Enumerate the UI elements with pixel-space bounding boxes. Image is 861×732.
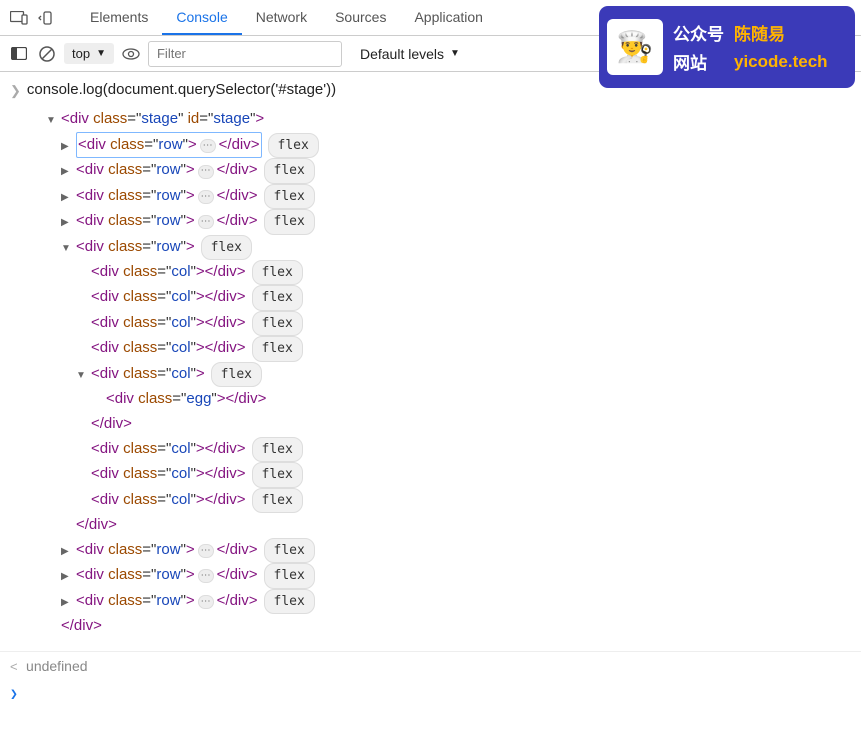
flex-badge[interactable]: flex bbox=[252, 311, 303, 336]
expand-arrow-icon[interactable] bbox=[46, 111, 61, 130]
dom-node-close[interactable]: </div> bbox=[76, 516, 117, 533]
dom-node[interactable]: <div class="col"> bbox=[91, 365, 205, 382]
flex-badge[interactable]: flex bbox=[268, 133, 319, 158]
dom-node-close[interactable]: </div> bbox=[91, 415, 132, 432]
context-selector[interactable]: top ▼ bbox=[64, 43, 114, 64]
levels-label: Default levels bbox=[360, 46, 444, 62]
expand-arrow-icon[interactable] bbox=[61, 162, 76, 181]
dom-node[interactable]: <div class="egg"></div> bbox=[106, 390, 266, 407]
flex-badge[interactable]: flex bbox=[252, 488, 303, 513]
return-value: undefined bbox=[26, 658, 88, 674]
dom-node[interactable]: <div class="col"></div> bbox=[91, 263, 246, 280]
tab-application[interactable]: Application bbox=[400, 1, 497, 35]
filter-input[interactable] bbox=[148, 41, 342, 67]
flex-badge[interactable]: flex bbox=[201, 235, 252, 260]
chevron-down-icon: ▼ bbox=[96, 48, 106, 59]
responsive-icon[interactable] bbox=[36, 7, 58, 29]
ellipsis-icon[interactable] bbox=[200, 139, 216, 153]
dom-node[interactable]: <div class="row"></div> bbox=[76, 212, 258, 229]
tab-elements[interactable]: Elements bbox=[76, 1, 162, 35]
dom-node[interactable]: <div class="row"></div> bbox=[76, 161, 258, 178]
flex-badge[interactable]: flex bbox=[252, 260, 303, 285]
flex-badge[interactable]: flex bbox=[264, 589, 315, 614]
ellipsis-icon[interactable] bbox=[198, 544, 214, 558]
context-label: top bbox=[72, 46, 90, 61]
dom-node[interactable]: <div class="stage" id="stage"> bbox=[61, 110, 264, 127]
console-return-row: < undefined bbox=[0, 651, 861, 681]
expand-arrow-icon[interactable] bbox=[61, 137, 76, 156]
dom-node[interactable]: <div class="row"></div> bbox=[76, 187, 258, 204]
live-expression-icon[interactable] bbox=[120, 43, 142, 65]
tab-network[interactable]: Network bbox=[242, 1, 321, 35]
input-marker-icon: ❯ bbox=[10, 80, 21, 101]
device-toolbar-icon[interactable] bbox=[8, 7, 30, 29]
console-command[interactable]: console.log(document.querySelector('#sta… bbox=[27, 78, 336, 103]
flex-badge[interactable]: flex bbox=[252, 336, 303, 361]
dom-node[interactable]: <div class="col"></div> bbox=[91, 288, 246, 305]
dom-node[interactable]: <div class="row"></div> bbox=[76, 592, 258, 609]
avatar: 👨‍🍳 bbox=[607, 19, 663, 75]
ellipsis-icon[interactable] bbox=[198, 215, 214, 229]
promo-value-2: yicode.tech bbox=[734, 52, 828, 72]
clear-console-icon[interactable] bbox=[36, 43, 58, 65]
flex-badge[interactable]: flex bbox=[211, 362, 262, 387]
dom-node[interactable]: <div class="row"></div> bbox=[76, 132, 262, 159]
flex-badge[interactable]: flex bbox=[252, 462, 303, 487]
expand-arrow-icon[interactable] bbox=[61, 567, 76, 586]
flex-badge[interactable]: flex bbox=[264, 184, 315, 209]
promo-value-1: 陈随易 bbox=[734, 20, 828, 45]
flex-badge[interactable]: flex bbox=[252, 437, 303, 462]
console-prompt[interactable]: ❯ bbox=[0, 681, 861, 708]
flex-badge[interactable]: flex bbox=[264, 538, 315, 563]
expand-arrow-icon[interactable] bbox=[61, 542, 76, 561]
dom-node[interactable]: <div class="col"></div> bbox=[91, 339, 246, 356]
expand-arrow-icon[interactable] bbox=[61, 213, 76, 232]
dom-node[interactable]: <div class="col"></div> bbox=[91, 440, 246, 457]
ellipsis-icon[interactable] bbox=[198, 190, 214, 204]
console-output: ❯ console.log(document.querySelector('#s… bbox=[0, 72, 861, 651]
output-marker-icon: < bbox=[10, 659, 18, 674]
promo-overlay: 👨‍🍳 公众号 陈随易 网站 yicode.tech bbox=[599, 6, 855, 88]
dom-node[interactable]: <div class="row"></div> bbox=[76, 541, 258, 558]
panel-tabs: Elements Console Network Sources Applica… bbox=[76, 1, 497, 35]
dom-node[interactable]: <div class="col"></div> bbox=[91, 314, 246, 331]
dom-node[interactable]: <div class="col"></div> bbox=[91, 465, 246, 482]
flex-badge[interactable]: flex bbox=[252, 285, 303, 310]
dom-node-close[interactable]: </div> bbox=[61, 617, 102, 634]
expand-arrow-icon[interactable] bbox=[61, 593, 76, 612]
dom-node[interactable]: <div class="row"> bbox=[76, 238, 195, 255]
ellipsis-icon[interactable] bbox=[198, 165, 214, 179]
dom-node[interactable]: <div class="col"></div> bbox=[91, 491, 246, 508]
ellipsis-icon[interactable] bbox=[198, 569, 214, 583]
flex-badge[interactable]: flex bbox=[264, 209, 315, 234]
tab-sources[interactable]: Sources bbox=[321, 1, 400, 35]
promo-label-2: 网站 bbox=[673, 49, 724, 74]
flex-badge[interactable]: flex bbox=[264, 158, 315, 183]
sidebar-toggle-icon[interactable] bbox=[8, 43, 30, 65]
chevron-down-icon: ▼ bbox=[450, 48, 460, 59]
expand-arrow-icon[interactable] bbox=[76, 366, 91, 385]
flex-badge[interactable]: flex bbox=[264, 563, 315, 588]
ellipsis-icon[interactable] bbox=[198, 595, 214, 609]
dom-node[interactable]: <div class="row"></div> bbox=[76, 566, 258, 583]
tab-console[interactable]: Console bbox=[162, 1, 241, 35]
expand-arrow-icon[interactable] bbox=[61, 188, 76, 207]
logged-element-tree[interactable]: <div class="stage" id="stage"> <div clas… bbox=[10, 103, 851, 645]
log-levels-selector[interactable]: Default levels ▼ bbox=[360, 46, 460, 62]
promo-label-1: 公众号 bbox=[673, 20, 724, 45]
expand-arrow-icon[interactable] bbox=[61, 239, 76, 258]
